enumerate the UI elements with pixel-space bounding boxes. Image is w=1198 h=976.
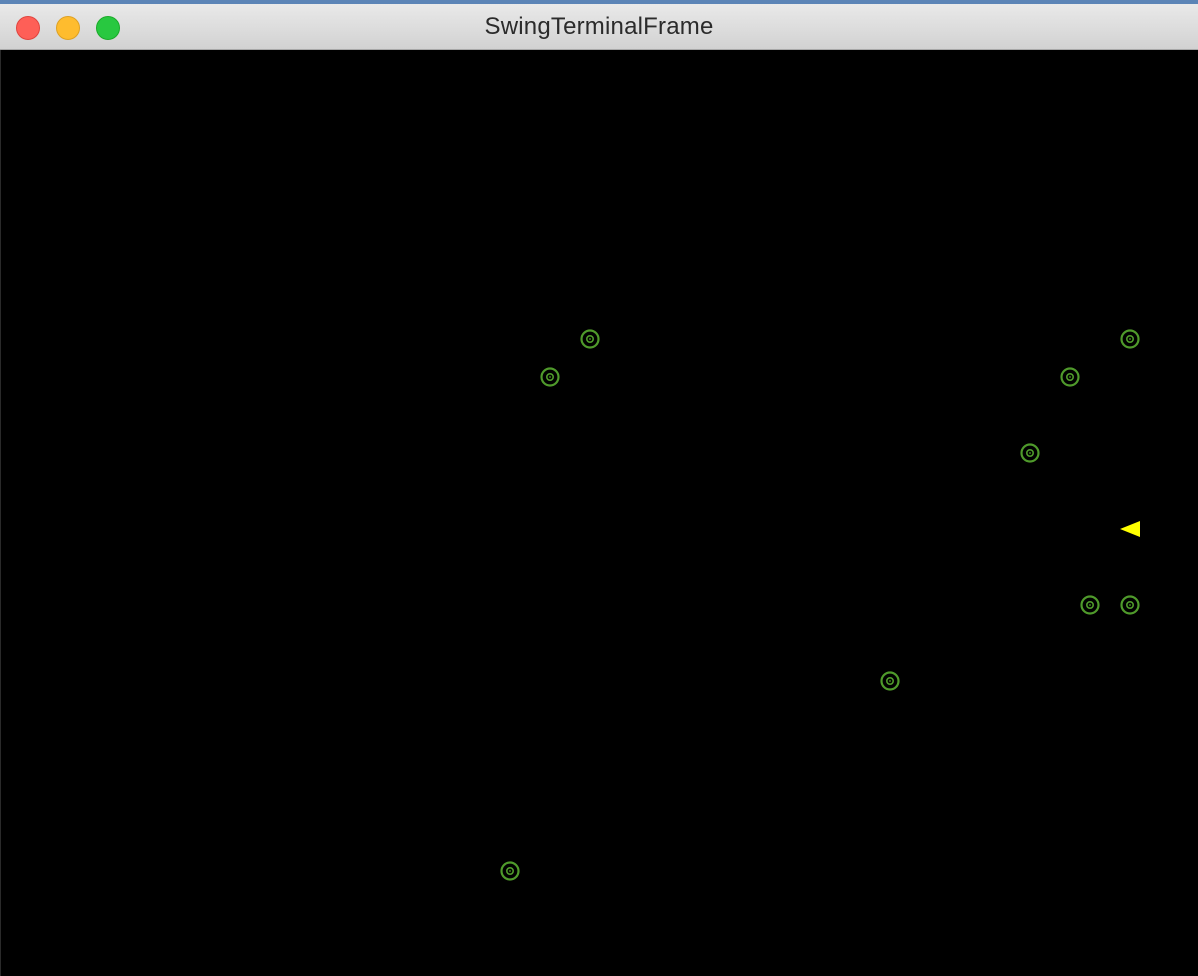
bullseye-icon bbox=[580, 329, 600, 349]
bullseye-icon bbox=[1080, 595, 1100, 615]
bullseye-icon bbox=[1020, 443, 1040, 463]
app-window: SwingTerminalFrame bbox=[0, 0, 1198, 976]
bullseye-icon bbox=[880, 671, 900, 691]
game-field bbox=[500, 329, 1140, 881]
bullseye-icon bbox=[1120, 329, 1140, 349]
bullseye-icon bbox=[1120, 595, 1140, 615]
bullseye-icon bbox=[1060, 367, 1080, 387]
player-ship-icon bbox=[1120, 521, 1140, 537]
bullseye-icon bbox=[540, 367, 560, 387]
bullseye-icon bbox=[500, 861, 520, 881]
